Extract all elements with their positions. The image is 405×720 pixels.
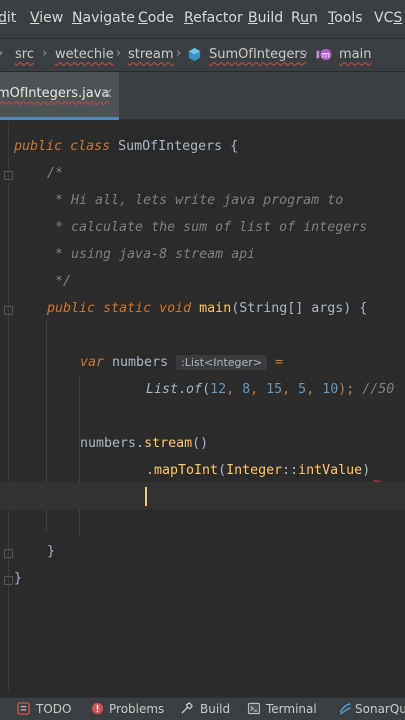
breadcrumb-method[interactable]: main [339,47,371,62]
close-icon[interactable]: × [101,84,114,102]
code-line-main: public static void main(String[] args) { [47,301,368,316]
svg-text:m: m [322,50,330,60]
text-caret [145,487,147,506]
fold-icon[interactable] [4,549,13,558]
type-hint: :List<Integer> [176,355,268,370]
chevron-right-icon: › [42,46,48,61]
comment-start: /* [47,166,64,181]
indent-guide [79,376,80,536]
java-class-icon [188,47,201,62]
editor-tabs: mOfIntegers.java × [0,72,405,120]
comment-line: * using java-8 stream api [47,247,256,262]
current-line-highlight [0,482,405,510]
breadcrumb: › src › wetechie › stream › SumOfInteger… [0,38,405,72]
menu-run[interactable]: Run [291,10,318,26]
sonarqube-icon [339,703,351,715]
tool-sonarqube[interactable]: SonarQub [355,702,405,716]
menu-code[interactable]: Code [138,10,174,26]
breadcrumb-wetechie[interactable]: wetechie [55,47,114,62]
menu-bar: dit View Navigate Code Refactor Build Ru… [0,0,405,38]
menu-navigate[interactable]: Navigate [72,10,135,26]
gutter [8,121,9,691]
menu-build[interactable]: Build [248,10,283,26]
menu-vcs[interactable]: VCS [374,10,402,26]
breadcrumb-stream[interactable]: stream [128,47,174,62]
menu-refactor[interactable]: Refactor [184,10,243,26]
code-line-close-method: } [47,544,56,559]
code-line-stream: numbers.stream() [80,436,209,451]
terminal-icon [247,702,261,715]
chevron-right-icon: › [303,46,309,61]
chevron-right-icon: › [0,46,3,61]
menu-edit[interactable]: dit [0,10,16,26]
problems-icon [91,702,104,715]
menu-view[interactable]: View [30,10,63,26]
chevron-right-icon: › [176,46,182,61]
comment-end: */ [47,274,72,289]
code-line-maptoint: .mapToInt(Integer::intValue) [146,463,371,478]
method-icon: m [316,48,332,61]
fold-icon[interactable] [4,576,13,585]
todo-icon [17,702,30,715]
comment-line: * calculate the sum of list of integers [47,220,368,235]
code-line-list: List.of(12, 8, 15, 5, 10); //50 [146,382,395,397]
fold-icon[interactable] [4,171,13,180]
breadcrumb-src[interactable]: src [15,47,34,62]
code-line-class: public class SumOfIntegers { [14,139,239,154]
menu-tools[interactable]: Tools [328,10,363,26]
tool-window-bar: TODO Problems Build Terminal SonarQub [0,697,405,720]
chevron-right-icon: › [116,46,122,61]
error-squiggle: ~ [372,474,383,488]
code-line-close-class: } [14,571,23,586]
comment-line: * Hi all, lets write java program to [47,193,344,208]
tool-todo[interactable]: TODO [36,702,71,716]
tool-terminal[interactable]: Terminal [266,702,317,716]
tab-sumofintegers[interactable]: mOfIntegers.java × [0,72,119,120]
tool-build[interactable]: Build [200,702,230,716]
tool-problems[interactable]: Problems [109,702,164,716]
tab-title: mOfIntegers.java [0,86,110,101]
code-line-var: var numbers :List<Integer> = [80,355,284,370]
build-icon [181,702,193,714]
code-editor[interactable]: public class SumOfIntegers { /* * Hi all… [0,121,405,691]
fold-icon[interactable] [4,306,13,315]
breadcrumb-class[interactable]: SumOfIntegers [209,47,307,62]
